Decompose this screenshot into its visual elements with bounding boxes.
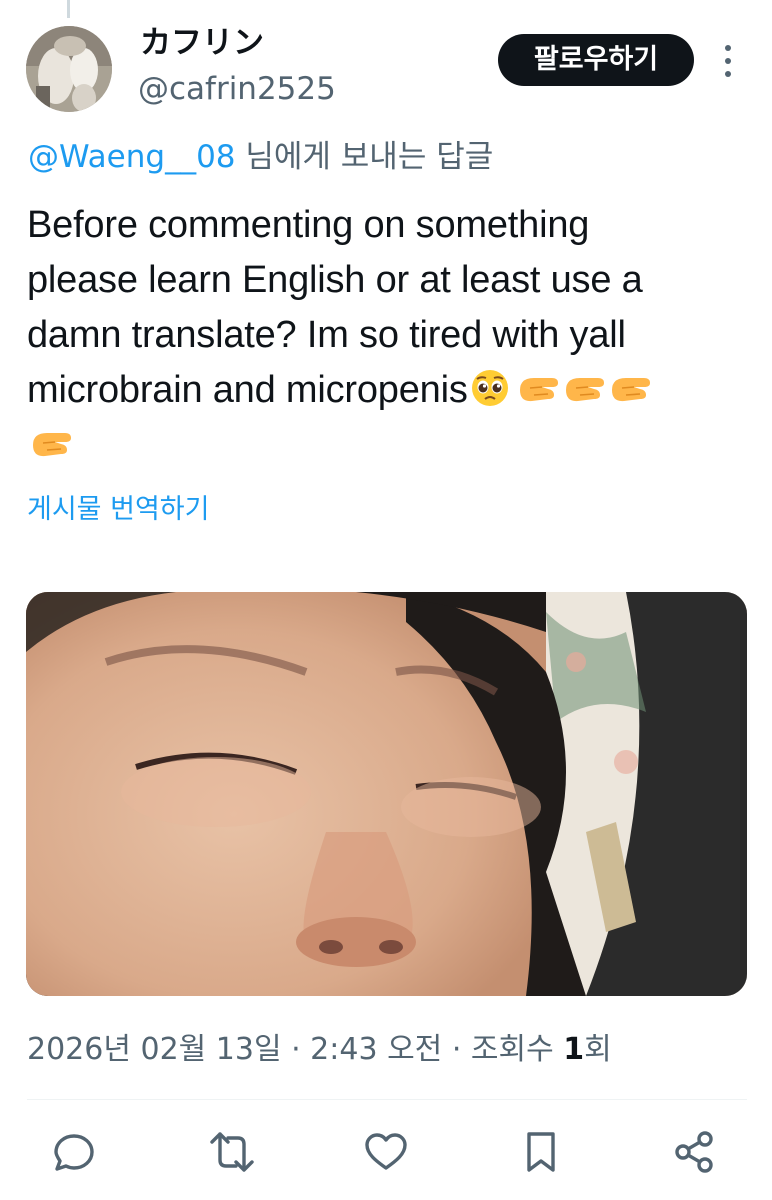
view-count-suffix: 회 (584, 1032, 612, 1067)
tweet-text-line: please learn English or at least use a (27, 259, 643, 301)
tweet-timestamp: 2026년 02월 13일 · 2:43 오전 · 조회수 1회 (27, 1028, 612, 1072)
reply-context: @Waeng__08 님에게 보내는 답글 (28, 136, 493, 178)
more-vertical-icon[interactable] (718, 42, 738, 80)
author-handle[interactable]: @cafrin2525 (138, 68, 336, 110)
reply-context-suffix: 님에게 보내는 답글 (235, 139, 494, 175)
tweet-text: Before commenting on something please le… (27, 198, 757, 473)
avatar-photo (26, 26, 112, 112)
follow-button[interactable]: 팔로우하기 (498, 34, 694, 86)
like-icon[interactable] (362, 1128, 410, 1176)
tweet-text-line-with-emoji: microbrain and micropenis (27, 363, 757, 418)
pinching-hand-icon (514, 368, 560, 408)
tweet-text-line: microbrain and micropenis (27, 369, 468, 411)
reply-icon[interactable] (50, 1128, 98, 1176)
thread-connector-line (67, 0, 70, 18)
view-count: 1 (563, 1032, 585, 1067)
tweet-text-line: Before commenting on something (27, 204, 590, 246)
media-photo[interactable] (26, 592, 747, 996)
retweet-icon[interactable] (208, 1128, 256, 1176)
pinching-hand-icon (27, 423, 73, 463)
bookmark-icon[interactable] (517, 1128, 565, 1176)
pleading-face-icon (468, 368, 514, 408)
tweet-text-line: damn translate? Im so tired with yall (27, 314, 626, 356)
tweet-emoji-line (27, 418, 757, 473)
author-display-name[interactable]: カフリン (140, 22, 264, 64)
timestamp-text[interactable]: 2026년 02월 13일 · 2:43 오전 · 조회수 (27, 1032, 563, 1067)
pinching-hand-icon (606, 368, 652, 408)
translate-post-link[interactable]: 게시물 번역하기 (27, 490, 209, 530)
pinching-hand-icon (560, 368, 606, 408)
avatar[interactable] (26, 26, 112, 112)
reply-mention-link[interactable]: @Waeng__08 (28, 139, 236, 175)
share-icon[interactable] (670, 1128, 718, 1176)
divider (27, 1099, 747, 1100)
